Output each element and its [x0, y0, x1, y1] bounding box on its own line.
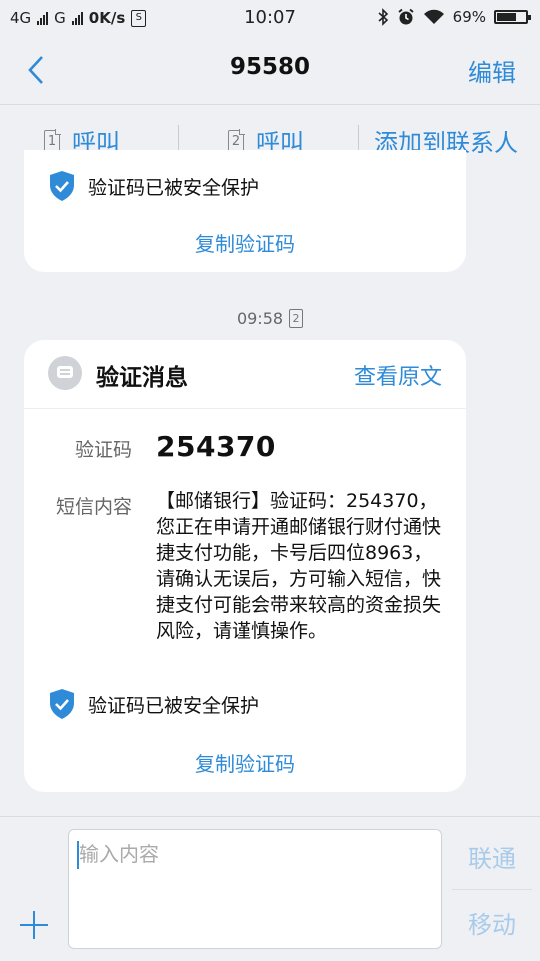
copy-code-button[interactable]: 复制验证码 — [24, 228, 466, 257]
plus-icon[interactable] — [18, 909, 50, 941]
verification-message-card: 验证消息 查看原文 验证码 254370 短信内容 【邮储银行】验证码：2543… — [24, 340, 466, 792]
sim1-icon: 1 — [44, 129, 60, 152]
send-unicom-button[interactable]: 联通 — [468, 839, 516, 874]
message-timestamp: 09:58 2 — [0, 309, 540, 328]
protection-notice: 验证码已被安全保护 — [48, 688, 259, 720]
protection-notice: 验证码已被安全保护 — [48, 170, 259, 202]
protection-text: 验证码已被安全保护 — [88, 694, 260, 717]
timestamp-time: 09:58 — [236, 309, 284, 328]
shield-check-icon — [50, 689, 74, 719]
app-header: 95580 编辑 — [0, 36, 540, 102]
text-caret — [77, 841, 79, 869]
message-input[interactable] — [68, 829, 442, 949]
shield-check-icon — [50, 171, 74, 201]
card-title: 验证消息 — [96, 365, 188, 391]
status-bar: 4G G 0K/s S 10:07 69% — [0, 0, 540, 36]
action-divider — [178, 125, 179, 153]
copy-code-button[interactable]: 复制验证码 — [24, 748, 466, 777]
send-mobile-button[interactable]: 移动 — [468, 905, 516, 940]
sim2-icon: 2 — [228, 129, 244, 152]
edit-button[interactable]: 编辑 — [468, 53, 516, 88]
content-label: 短信内容 — [55, 496, 132, 518]
page-title: 95580 — [229, 54, 311, 80]
card-header: 验证消息 查看原文 — [24, 340, 466, 409]
battery-icon — [494, 10, 531, 24]
sim2-icon: 2 — [289, 309, 304, 328]
wifi-icon — [423, 9, 444, 24]
message-composer: 联通 移动 — [0, 816, 540, 961]
battery-fill — [497, 13, 517, 21]
send-divider — [452, 889, 532, 890]
action-divider — [358, 125, 359, 153]
alarm-icon — [398, 8, 414, 25]
message-icon — [48, 356, 82, 390]
bluetooth-icon — [378, 8, 388, 26]
protection-text: 验证码已被安全保护 — [88, 176, 260, 199]
code-label: 验证码 — [74, 439, 132, 461]
previous-message-card: 验证码已被安全保护 复制验证码 — [24, 150, 466, 272]
verification-code[interactable]: 254370 — [156, 430, 276, 463]
view-original-button[interactable]: 查看原文 — [354, 359, 442, 391]
sms-content: 【邮储银行】验证码：254370，您正在申请开通邮储银行财付通快捷支付功能，卡号… — [156, 490, 442, 642]
status-right: 69% — [377, 8, 531, 26]
battery-percent: 69% — [452, 8, 486, 26]
